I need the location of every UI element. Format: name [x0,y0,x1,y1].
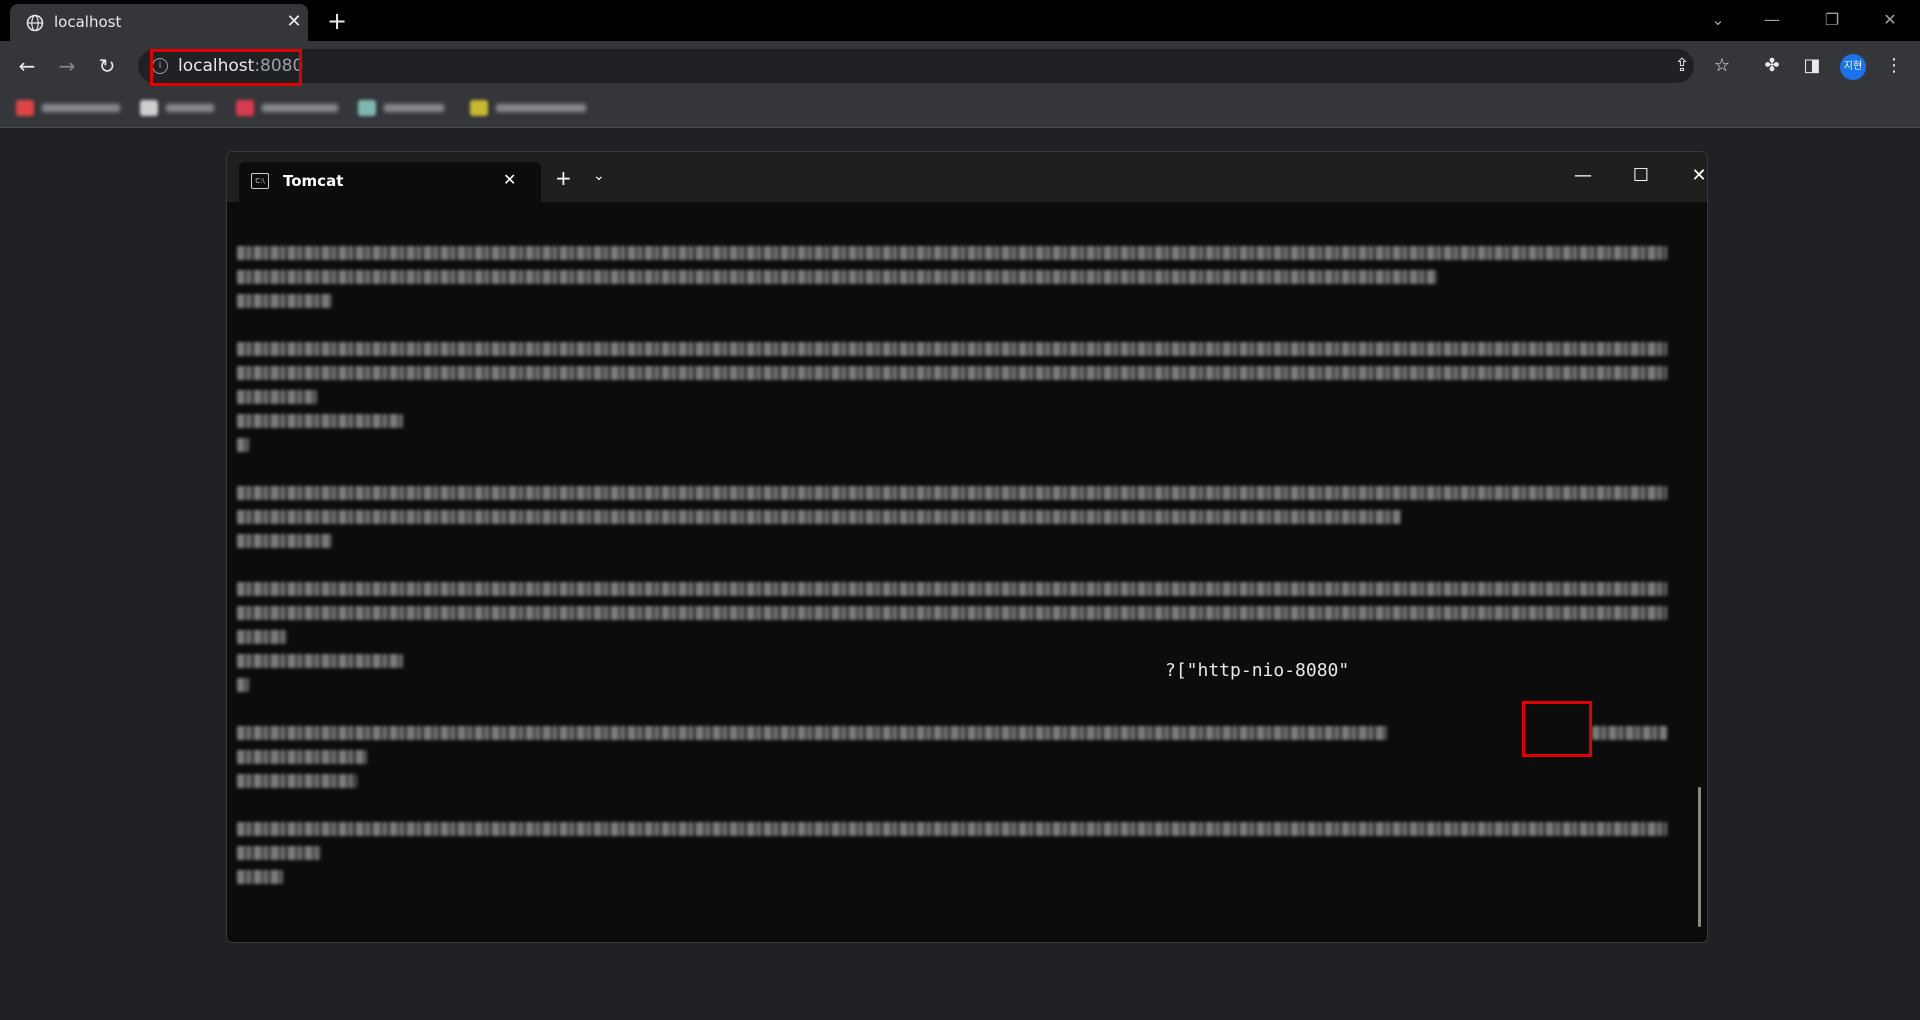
browser-tab-strip: localhost ✕ + ⌄ — ❐ ✕ [0,0,1920,41]
log-line [237,270,1437,284]
terminal-window: C:\ Tomcat ✕ + ⌄ — ☐ ✕ [226,151,1708,943]
log-line [237,774,357,788]
log-line [237,486,1667,500]
url-highlight-box [150,49,302,86]
log-line [237,510,1401,524]
reload-icon[interactable]: ↻ [92,51,122,81]
log-line [237,750,367,764]
log-line [237,822,1667,836]
terminal-icon: C:\ [251,173,269,189]
terminal-tab-title: Tomcat [283,172,344,190]
browser-tab-title: localhost [54,13,122,31]
terminal-titlebar: C:\ Tomcat ✕ + ⌄ — ☐ ✕ [227,152,1707,202]
log-line [1592,726,1667,740]
log-line [237,870,283,884]
log-line [237,606,1667,620]
terminal-output [237,212,1687,932]
log-line [237,342,1667,356]
terminal-close-button[interactable]: ✕ [1679,162,1707,190]
terminal-scrollbar[interactable] [1698,787,1701,927]
bookmark-label [384,104,444,112]
bookmark-label [496,104,586,112]
terminal-minimize-button[interactable]: — [1563,162,1603,190]
new-terminal-tab-button[interactable]: + [555,166,572,190]
bookmark-item[interactable] [16,98,126,118]
http-connector-text: ?["http-nio-8080" [1165,660,1350,681]
log-line [237,294,332,308]
log-line [237,630,287,644]
bookmark-item[interactable] [358,98,450,118]
bookmark-star-icon[interactable]: ☆ [1710,54,1734,78]
bookmark-item[interactable] [236,98,342,118]
bookmark-favicon-icon [140,100,158,116]
log-line [237,534,332,548]
globe-icon [26,14,44,32]
minimize-window-button[interactable]: — [1756,6,1788,34]
close-terminal-tab-icon[interactable]: ✕ [503,170,516,189]
restore-window-button[interactable]: ❐ [1816,6,1848,34]
bookmark-label [262,104,338,112]
log-line [237,846,321,860]
bookmark-favicon-icon [16,100,34,116]
bookmark-item[interactable] [140,98,220,118]
terminal-maximize-button[interactable]: ☐ [1621,162,1661,190]
log-line [237,678,249,692]
profile-avatar[interactable]: 지현 [1840,54,1866,80]
log-line [237,246,1667,260]
bookmarks-bar [0,89,1920,128]
log-line [237,414,403,428]
menu-icon[interactable]: ⋮ [1882,54,1906,78]
side-panel-icon[interactable]: ◨ [1800,54,1824,78]
close-tab-icon[interactable]: ✕ [282,10,306,34]
share-icon[interactable]: ⇪ [1670,54,1694,78]
terminal-tab[interactable]: C:\ Tomcat ✕ [239,162,541,202]
close-window-button[interactable]: ✕ [1874,6,1906,34]
bookmark-label [42,104,120,112]
forward-icon[interactable]: → [52,51,82,81]
log-line [237,726,1387,740]
bookmark-item[interactable] [470,98,592,118]
log-line [237,654,403,668]
port-highlight-box [1522,701,1592,757]
bookmark-favicon-icon [236,100,254,116]
bookmark-favicon-icon [470,100,488,116]
tab-search-icon[interactable]: ⌄ [1702,6,1734,34]
log-line [237,438,249,452]
address-bar[interactable]: i localhost:8080 [138,49,1694,83]
bookmark-label [166,104,214,112]
new-tab-button[interactable]: + [324,8,350,34]
bookmark-favicon-icon [358,100,376,116]
browser-tab[interactable]: localhost ✕ [10,4,308,41]
log-line [237,366,1667,380]
log-line [237,390,317,404]
extensions-icon[interactable]: ✤ [1760,54,1784,78]
chevron-down-icon[interactable]: ⌄ [593,168,605,184]
back-icon[interactable]: ← [12,51,42,81]
log-line [237,582,1667,596]
